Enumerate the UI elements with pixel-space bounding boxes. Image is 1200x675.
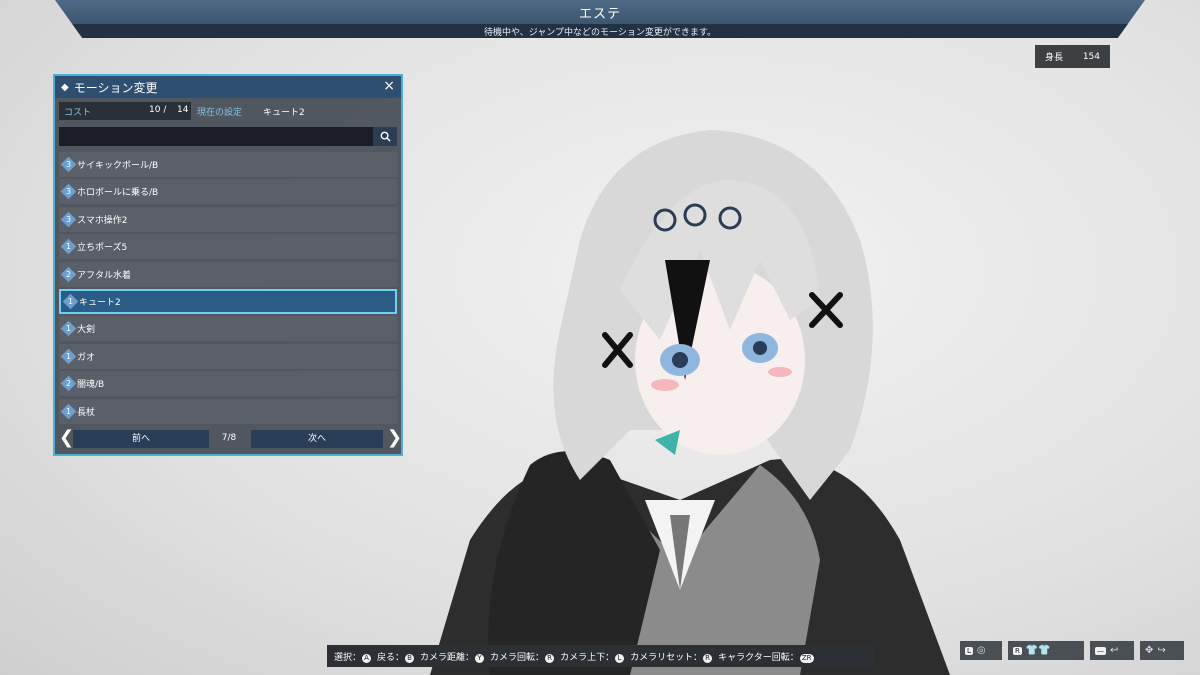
list-item-label: アフタル水着 bbox=[77, 270, 132, 281]
list-item-label: ホロボールに乗る/B bbox=[77, 188, 159, 199]
current-setting-label: 現在の設定 bbox=[197, 108, 243, 118]
control-hint: カメラ距離： Y bbox=[420, 650, 485, 663]
cost-diamond-icon: 3 bbox=[60, 211, 77, 228]
minus-button-icon: — bbox=[1095, 646, 1106, 655]
view-toggle-l[interactable]: L ◎ bbox=[960, 641, 1002, 660]
left-stick-icon: L bbox=[615, 653, 625, 663]
close-icon[interactable]: × bbox=[383, 78, 395, 94]
height-badge: 身長 154 bbox=[1035, 45, 1110, 68]
list-item-label: 大剣 bbox=[77, 325, 96, 336]
cost-diamond-icon: 1 bbox=[60, 321, 77, 337]
height-label: 身長 bbox=[1045, 53, 1064, 63]
view-icon: ◎ bbox=[976, 645, 986, 656]
cost-diamond-icon: 2 bbox=[60, 375, 77, 392]
list-item-label: スマホ操作2 bbox=[77, 215, 128, 226]
button-b-icon: B bbox=[405, 653, 415, 663]
header-bar: エステ 待機中や、ジャンプ中などのモーション変更ができます。 bbox=[55, 0, 1145, 38]
cost-current: 10 / bbox=[149, 105, 167, 115]
chevron-right-icon[interactable]: ❯ bbox=[387, 427, 402, 448]
page-title: エステ bbox=[578, 7, 621, 22]
list-item-label: サイキックボール/B bbox=[77, 161, 159, 171]
cost-diamond-icon: 2 bbox=[60, 266, 77, 282]
character-model bbox=[430, 130, 950, 675]
list-item[interactable]: 2 アフタル水着 bbox=[59, 261, 397, 287]
list-item-label: 長杖 bbox=[77, 407, 96, 418]
control-hint: 戻る： B bbox=[377, 650, 415, 663]
cost-label: コスト bbox=[64, 108, 92, 118]
button-a-icon: A bbox=[362, 653, 372, 663]
cost-diamond-icon: 1 bbox=[60, 403, 77, 419]
control-hint: カメラリセット： R bbox=[630, 650, 713, 663]
cost-diamond-icon: 3 bbox=[60, 156, 77, 173]
list-item[interactable]: 2 闇魂/B bbox=[59, 371, 397, 397]
redo-icon: ↪ bbox=[1157, 645, 1166, 656]
cost-info-row: コスト 10 / 14 現在の設定 キュート2 bbox=[59, 102, 397, 120]
list-item[interactable]: 3 サイキックボール/B bbox=[59, 152, 397, 177]
diamond-icon: ◆ bbox=[61, 81, 69, 93]
dpad-icon: ✥ bbox=[1145, 645, 1154, 656]
list-item-label: 立ちポーズ5 bbox=[77, 243, 128, 254]
undo-icon: ↩ bbox=[1110, 645, 1119, 656]
undo-toggle[interactable]: — ↩ bbox=[1090, 641, 1134, 660]
panel-title: モーション変更 bbox=[73, 80, 158, 95]
button-y-icon: Y bbox=[475, 653, 485, 663]
button-l-icon: L bbox=[965, 646, 973, 655]
search-icon[interactable] bbox=[373, 127, 397, 146]
controls-help-bar: 選択： A 戻る： B カメラ距離： Y カメラ回転： R カメラ上下： L カメラリセッ… bbox=[327, 645, 874, 667]
cost-max: 14 bbox=[177, 105, 189, 115]
right-stick-press-icon: R bbox=[703, 653, 713, 663]
list-item-label: ガオ bbox=[77, 352, 96, 363]
motion-list: 3 サイキックボール/B 3 ホロボールに乗る/B 3 スマホ操作2 1 立ちポ… bbox=[59, 152, 397, 426]
list-item[interactable]: 3 スマホ操作2 bbox=[59, 206, 397, 232]
search-input[interactable] bbox=[59, 127, 373, 146]
control-hint: 選択： A bbox=[334, 650, 372, 663]
list-item[interactable]: 3 ホロボールに乗る/B bbox=[59, 179, 397, 205]
cost-diamond-icon: 1 bbox=[60, 348, 77, 365]
chevron-left-icon[interactable]: ❮ bbox=[59, 427, 74, 448]
cost-diamond-icon: 1 bbox=[60, 238, 77, 255]
list-item[interactable]: 1 立ちポーズ5 bbox=[59, 234, 397, 260]
control-hint: カメラ回転： R bbox=[490, 650, 555, 663]
prev-page-button[interactable]: 前へ bbox=[73, 430, 209, 448]
list-item[interactable]: 1 大剣 bbox=[59, 316, 397, 342]
redo-toggle[interactable]: ✥ ↪ bbox=[1140, 641, 1184, 660]
cost-box: コスト 10 / 14 bbox=[59, 102, 191, 120]
next-page-button[interactable]: 次へ bbox=[251, 430, 383, 448]
list-item-label: 闇魂/B bbox=[77, 380, 105, 391]
cost-diamond-icon: 3 bbox=[60, 184, 77, 200]
list-item-label: キュート2 bbox=[79, 297, 121, 308]
list-item[interactable]: 1 長杖 bbox=[59, 398, 397, 424]
motion-change-panel: ◆ モーション変更 × コスト 10 / 14 現在の設定 キュート2 3 サイ… bbox=[53, 74, 403, 456]
button-r-icon: R bbox=[1013, 646, 1022, 655]
height-value: 154 bbox=[1082, 51, 1100, 62]
right-stick-icon: R bbox=[545, 653, 555, 663]
button-zr-icon: ZR bbox=[799, 653, 814, 663]
page-subtitle: 待機中や、ジャンプ中などのモーション変更ができます。 bbox=[484, 28, 716, 38]
costume-icon: 👕👕 bbox=[1025, 645, 1051, 656]
pager: ❮ 前へ 7/8 次へ ❯ bbox=[59, 427, 402, 449]
list-item[interactable]: 1 ガオ bbox=[59, 343, 397, 369]
control-hint: カメラ上下： L bbox=[560, 650, 625, 663]
page-counter: 7/8 bbox=[221, 433, 237, 443]
cost-diamond-icon: 1 bbox=[62, 293, 79, 310]
control-hint: キャラクター回転： ZR bbox=[718, 650, 814, 663]
current-setting-value: キュート2 bbox=[263, 108, 305, 118]
panel-header: ◆ モーション変更 × bbox=[55, 76, 401, 98]
costume-toggle-r[interactable]: R 👕👕 bbox=[1008, 641, 1084, 660]
list-item-selected[interactable]: 1 キュート2 bbox=[59, 288, 397, 314]
